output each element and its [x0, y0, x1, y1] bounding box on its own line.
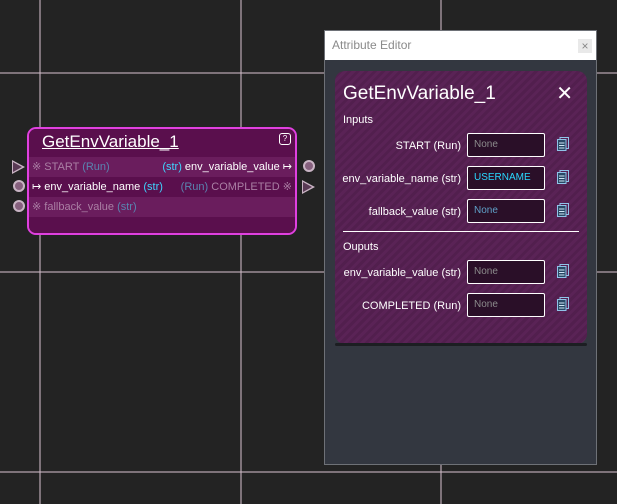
close-icon[interactable]: ✕: [556, 81, 573, 106]
port-type: (str): [143, 181, 163, 193]
port-marker: ↦: [279, 161, 292, 173]
grid-line: [0, 471, 617, 473]
window-close-button[interactable]: ×: [578, 39, 592, 53]
node-footer: [29, 217, 295, 233]
env-variable-name-input-port[interactable]: [13, 180, 25, 192]
port-label-start: START: [44, 161, 80, 173]
copy-icon[interactable]: [557, 297, 569, 311]
field-label: START (Run): [395, 140, 461, 152]
completed-field[interactable]: None: [467, 293, 545, 317]
field-label: COMPLETED (Run): [361, 300, 461, 312]
node-row-env-variable-name: ↦ env_variable_name (str) (Run) COMPLETE…: [29, 177, 295, 197]
editor-titlebar[interactable]: Attribute Editor ×: [325, 31, 596, 60]
port-label-env-variable-name: env_variable_name: [44, 181, 141, 193]
port-type: (str): [162, 161, 182, 173]
attribute-panel: GetEnvVariable_1 ✕ Inputs START (Run) No…: [335, 71, 587, 344]
outputs-heading: Ouputs: [343, 241, 379, 253]
field-label: fallback_value (str): [368, 206, 461, 218]
grid-line: [240, 0, 242, 504]
node-header[interactable]: GetEnvVariable_1 ?: [29, 129, 295, 157]
start-field[interactable]: None: [467, 133, 545, 157]
grid-line: [39, 0, 41, 504]
port-label-fallback-value: fallback_value: [44, 201, 114, 213]
node-row-fallback-value: ※ fallback_value (str): [29, 197, 295, 217]
field-label: env_variable_value (str): [343, 267, 461, 279]
attribute-editor-window: Attribute Editor × GetEnvVariable_1 ✕ In…: [324, 30, 597, 465]
node-title: GetEnvVariable_1: [42, 132, 179, 151]
env-variable-name-field[interactable]: USERNAME: [467, 166, 545, 190]
inputs-heading: Inputs: [343, 114, 373, 126]
help-icon[interactable]: ?: [279, 133, 291, 145]
env-variable-value-output-port[interactable]: [303, 160, 315, 172]
port-type: (Run): [180, 181, 209, 193]
field-label: env_variable_name (str): [342, 173, 461, 185]
port-label-completed: COMPLETED: [211, 181, 280, 193]
copy-icon[interactable]: [557, 203, 569, 217]
panel-shadow: [335, 343, 587, 346]
section-divider: [343, 231, 579, 232]
fallback-value-input-port[interactable]: [13, 200, 25, 212]
copy-icon[interactable]: [557, 137, 569, 151]
env-variable-value-field[interactable]: None: [467, 260, 545, 284]
port-marker: ※: [32, 161, 45, 173]
port-marker: ↦: [32, 181, 45, 193]
copy-icon[interactable]: [557, 264, 569, 278]
copy-icon[interactable]: [557, 170, 569, 184]
port-marker: ※: [279, 181, 292, 193]
completed-output-port[interactable]: [302, 180, 315, 194]
panel-title: GetEnvVariable_1: [343, 83, 496, 104]
port-type: (str): [117, 201, 137, 213]
port-marker: ※: [32, 201, 45, 213]
start-input-port[interactable]: [12, 160, 25, 174]
fallback-value-field[interactable]: None: [467, 199, 545, 223]
node-row-start: ※ START (Run) (str) env_variable_value ↦: [29, 157, 295, 177]
port-type: (Run): [82, 161, 110, 173]
editor-window-title: Attribute Editor: [332, 38, 412, 52]
get-env-variable-node[interactable]: GetEnvVariable_1 ? ※ START (Run) (str) e…: [27, 127, 297, 235]
port-label-env-variable-value: env_variable_value: [184, 161, 280, 173]
